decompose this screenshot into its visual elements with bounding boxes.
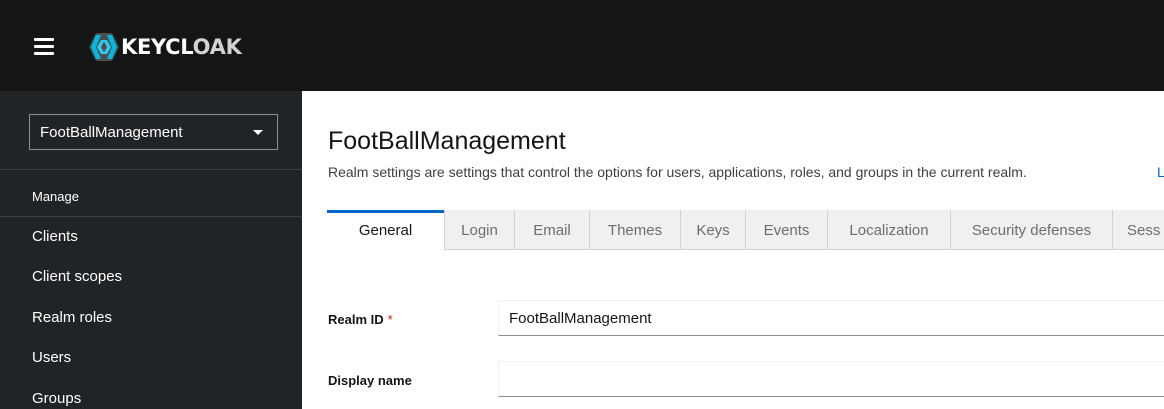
sidebar-item-client-scopes[interactable]: Client scopes: [32, 268, 122, 285]
realm-id-label: Realm ID *: [328, 312, 393, 327]
display-name-input[interactable]: [498, 361, 1164, 397]
tab-email[interactable]: Email: [515, 210, 590, 250]
sidebar-item-clients[interactable]: Clients: [32, 228, 78, 245]
tab-sessions[interactable]: Sess: [1113, 210, 1164, 250]
page-title: FootBallManagement: [328, 127, 566, 155]
tab-themes[interactable]: Themes: [590, 210, 681, 250]
tab-login[interactable]: Login: [445, 210, 515, 250]
tab-events[interactable]: Events: [746, 210, 828, 250]
keycloak-logo[interactable]: KEYCLOAK: [88, 31, 242, 63]
logo-text: KEYCLOAK: [121, 35, 242, 59]
caret-down-icon: [253, 130, 263, 135]
required-indicator: *: [387, 312, 393, 327]
sidebar-item-realm-roles[interactable]: Realm roles: [32, 309, 112, 326]
masthead: KEYCLOAK: [0, 0, 1164, 91]
main-content: FootBallManagement Realm settings are se…: [302, 91, 1164, 409]
sidebar: FootBallManagement Manage Clients Client…: [0, 91, 302, 409]
realm-id-input[interactable]: [498, 300, 1164, 336]
sidebar-divider: [0, 216, 302, 217]
realm-settings-tabs: General Login Email Themes Keys Events L…: [327, 210, 1164, 250]
tab-localization[interactable]: Localization: [828, 210, 951, 250]
tab-keys[interactable]: Keys: [681, 210, 746, 250]
keycloak-logo-icon: [89, 33, 119, 61]
realm-selector-label: FootBallManagement: [40, 124, 183, 141]
sidebar-divider: [0, 169, 302, 170]
nav-section-title: Manage: [32, 189, 79, 204]
hamburger-menu-icon[interactable]: [34, 38, 54, 55]
tab-security-defenses[interactable]: Security defenses: [951, 210, 1113, 250]
sidebar-item-users[interactable]: Users: [32, 349, 71, 366]
display-name-label: Display name: [328, 373, 412, 388]
realm-selector[interactable]: FootBallManagement: [29, 114, 278, 150]
sidebar-item-groups[interactable]: Groups: [32, 390, 81, 407]
learn-more-link[interactable]: L: [1157, 164, 1164, 180]
page-description: Realm settings are settings that control…: [328, 164, 1027, 180]
tab-general[interactable]: General: [327, 210, 445, 250]
